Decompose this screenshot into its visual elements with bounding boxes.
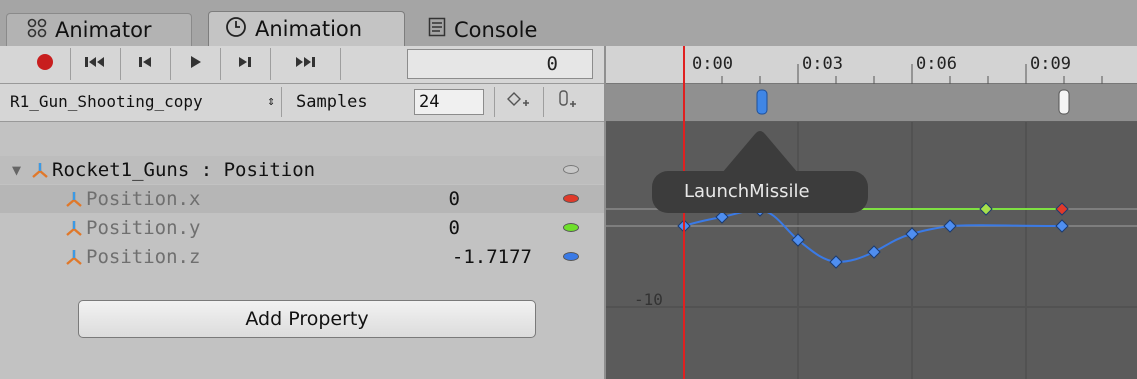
add-keyframe-button[interactable] [494,87,543,117]
samples-label: Samples [296,92,368,112]
curve-color-dot [563,223,579,232]
first-keyframe-button[interactable] [70,48,121,80]
tab-label: Animator [55,18,152,42]
property-label: Position.y [86,217,201,239]
clip-dropdown[interactable]: R1_Gun_Shooting_copy ⇕ [10,87,282,117]
transform-axis-icon [64,189,84,217]
time-ruler[interactable]: 0:00 0:03 0:06 0:09 [606,46,1137,84]
event-marker[interactable] [1058,89,1070,119]
record-button[interactable] [20,48,71,80]
first-keyframe-icon [83,54,107,74]
event-tooltip: LaunchMissile [652,171,868,213]
curve-color-dot [563,194,579,203]
previous-keyframe-button[interactable] [120,48,171,80]
transform-axis-icon [64,218,84,246]
curve-area[interactable] [606,122,1137,379]
property-value[interactable]: -1.7177 [412,243,532,271]
tab-label: Console [454,17,538,42]
transform-axis-icon [64,247,84,275]
play-button[interactable] [170,48,221,80]
property-label: Position.z [86,246,201,268]
curve-color-dot [563,252,579,261]
tab-animation[interactable]: Animation [208,11,405,46]
clip-toolbar: R1_Gun_Shooting_copy ⇕ Samples 24 [0,84,606,122]
time-tick-label: 0:09 [1030,54,1071,74]
event-track[interactable] [606,84,1137,122]
play-icon [188,54,202,74]
add-event-icon [556,89,580,115]
tab-animator[interactable]: Animator [6,13,192,46]
event-marker-launchmissile[interactable] [756,89,768,119]
tooltip-pointer [722,131,798,173]
next-keyframe-button[interactable] [220,48,271,80]
samples-input[interactable]: 24 [414,89,484,115]
property-row[interactable]: Position.x 0 [0,185,606,213]
next-keyframe-icon [237,54,253,74]
console-icon [428,17,446,42]
frame-number-field[interactable]: 0 [407,49,593,79]
property-label: Position.x [86,188,201,210]
clock-icon [225,16,247,43]
property-row[interactable]: Position.z -1.7177 [0,243,606,271]
time-tick-label: 0:06 [916,54,957,74]
group-curve-dot [563,165,579,174]
add-event-button[interactable] [543,87,592,117]
tab-console[interactable]: Console [428,13,578,46]
playhead-ruler[interactable] [683,46,685,122]
add-keyframe-icon [506,90,532,114]
property-group-label: Rocket1_Guns : Position [52,159,316,181]
last-keyframe-icon [293,54,317,74]
record-icon [35,52,55,76]
playback-toolbar: 0 [0,46,606,84]
previous-keyframe-icon [137,54,153,74]
dropdown-arrows-icon: ⇕ [265,87,275,117]
transform-axis-icon [30,160,50,188]
expand-triangle-icon[interactable]: ▼ [12,156,21,184]
time-tick-label: 0:03 [802,54,843,74]
property-group-row[interactable]: ▼ Rocket1_Guns : Position [0,156,606,184]
last-keyframe-button[interactable] [270,48,341,80]
window-tab-strip: Animator Animation Console [0,0,1137,46]
property-value[interactable]: 0 [340,185,460,213]
property-value[interactable]: 0 [340,214,460,242]
add-property-button[interactable]: Add Property [78,300,536,338]
time-tick-label: 0:00 [692,54,733,74]
animator-icon [27,18,47,43]
property-row[interactable]: Position.y 0 [0,214,606,242]
animation-hierarchy-panel: 0 R1_Gun_Shooting_copy ⇕ Samples 24 ▼ Ro… [0,46,606,379]
value-axis-label: -10 [634,290,663,309]
tab-label: Animation [255,17,363,41]
clip-name: R1_Gun_Shooting_copy [10,92,203,111]
